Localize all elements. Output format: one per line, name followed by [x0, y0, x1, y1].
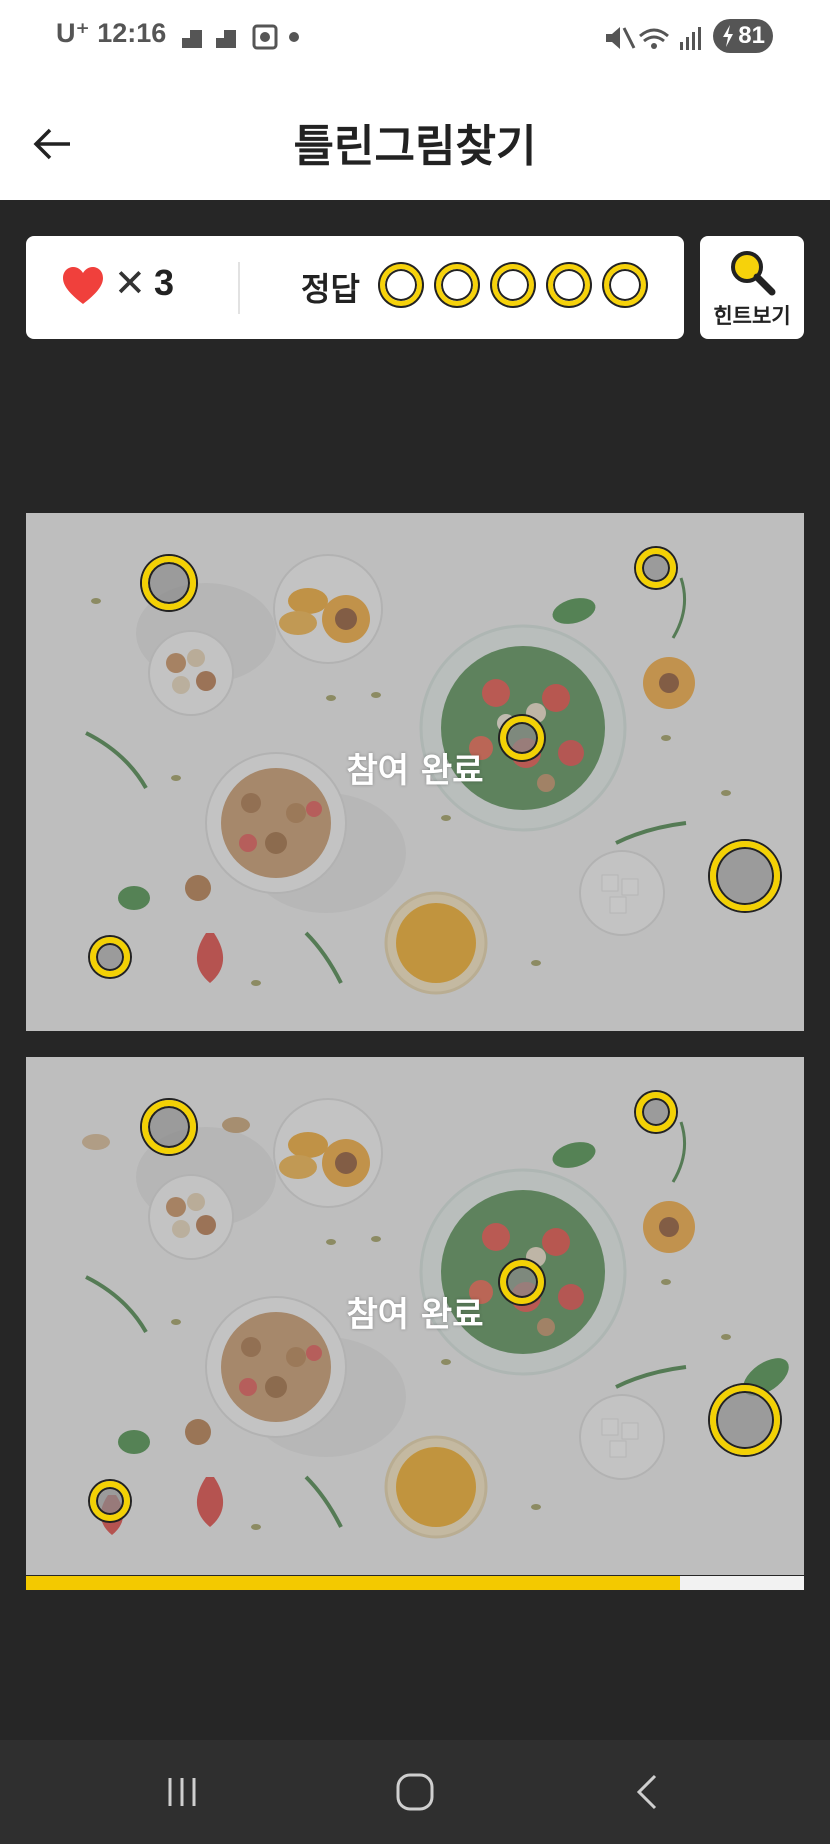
- answer-indicator: [380, 264, 422, 306]
- recent-apps-button[interactable]: [142, 1764, 222, 1820]
- home-button[interactable]: [375, 1764, 455, 1820]
- answer-indicator: [604, 264, 646, 306]
- answer-label: 정답: [301, 270, 360, 308]
- answer-indicator: [436, 264, 478, 306]
- multiply-symbol: ✕: [114, 261, 146, 305]
- game-status-card: ✕ 3 정답: [26, 236, 684, 339]
- found-difference-marker: [636, 1092, 676, 1132]
- magnifier-icon: [731, 251, 776, 296]
- app-bar: 틀린그림찾기: [0, 72, 830, 200]
- found-difference-marker: [636, 548, 676, 588]
- answer-indicators: [380, 264, 646, 306]
- puzzle-image-modified[interactable]: 참여 완료: [26, 1057, 804, 1575]
- answer-indicator: [492, 264, 534, 306]
- nav-back-button[interactable]: [608, 1764, 688, 1820]
- answer-indicator: [548, 264, 590, 306]
- system-nav-bar: [0, 1740, 830, 1844]
- found-difference-marker: [500, 1260, 544, 1304]
- hint-button[interactable]: 힌트보기: [700, 236, 804, 339]
- heart-icon: [63, 267, 103, 304]
- home-icon: [396, 1773, 434, 1811]
- found-difference-marker: [710, 841, 780, 911]
- puzzle-image-original[interactable]: 참여 완료: [26, 513, 804, 1031]
- notification-icons: [182, 24, 299, 50]
- lives-count: 3: [154, 262, 175, 303]
- time-progress-bar: [26, 1576, 804, 1590]
- time-progress-fill: [26, 1576, 680, 1590]
- battery-icon: 81: [713, 19, 773, 53]
- page-title: 틀린그림찾기: [293, 121, 537, 172]
- found-difference-marker: [710, 1385, 780, 1455]
- status-time: U⁺ 12:16: [56, 18, 167, 48]
- divider: [238, 262, 240, 314]
- participation-complete-label: 참여 완료: [346, 1295, 484, 1335]
- participation-complete-label: 참여 완료: [346, 751, 484, 791]
- recent-apps-icon: [168, 1778, 196, 1806]
- found-difference-marker: [90, 1481, 130, 1521]
- hint-label: 힌트보기: [713, 304, 791, 328]
- found-difference-marker: [90, 937, 130, 977]
- status-bar: U⁺ 12:16 81: [0, 0, 830, 72]
- back-icon: [636, 1774, 657, 1810]
- game-area: ✕ 3 정답 힌트보기 참여 완료 참여 완료: [0, 200, 830, 1740]
- found-difference-marker: [500, 716, 544, 760]
- found-difference-marker: [142, 556, 196, 610]
- mute-wifi-signal-icons: [606, 27, 701, 50]
- found-difference-marker: [142, 1100, 196, 1154]
